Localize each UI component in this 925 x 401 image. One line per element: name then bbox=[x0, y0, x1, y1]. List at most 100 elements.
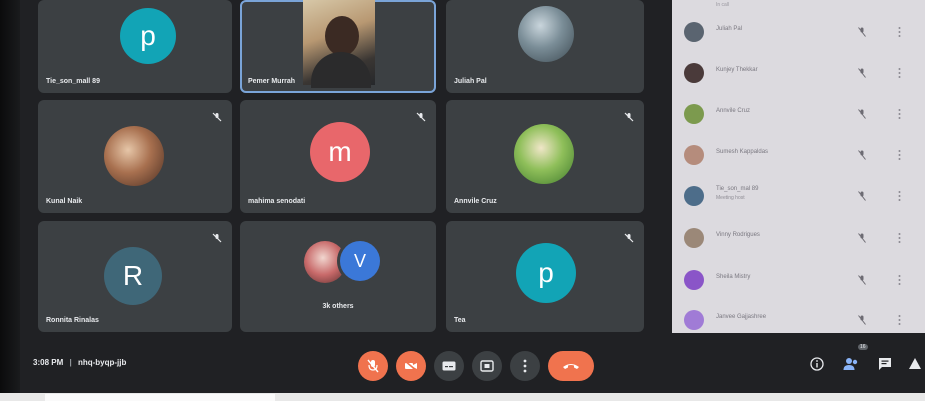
mic-off-icon[interactable] bbox=[858, 275, 866, 285]
avatar bbox=[684, 228, 704, 248]
participant-name: Annvile Cruz bbox=[716, 108, 751, 114]
participant-tile[interactable]: Juliah Pal bbox=[446, 0, 644, 93]
participant-name: Tie_son_mall 89 bbox=[46, 78, 100, 85]
participant-name: Juliah Pal bbox=[716, 26, 743, 32]
more-options-icon bbox=[523, 359, 527, 373]
participant-tile[interactable]: R Ronnita Rinalas bbox=[38, 221, 232, 332]
avatar bbox=[684, 22, 704, 42]
avatar: m bbox=[310, 122, 370, 182]
participant-name: Ronnita Rinalas bbox=[46, 317, 99, 324]
avatar bbox=[684, 63, 704, 83]
participant-tile[interactable]: p Tie_son_mall 89 bbox=[38, 0, 232, 93]
avatar bbox=[684, 145, 704, 165]
mic-off-icon bbox=[367, 359, 379, 373]
participant-row[interactable]: Annvile Cruz bbox=[672, 94, 925, 134]
present-screen-icon bbox=[480, 360, 494, 372]
participant-name: Kunjey Thekkar bbox=[716, 67, 758, 73]
screen-bottom-highlight bbox=[45, 394, 275, 401]
participant-tile[interactable]: Annvile Cruz bbox=[446, 100, 644, 213]
chat-button[interactable] bbox=[876, 355, 894, 373]
participant-tile-speaking[interactable]: Pemer Murrah bbox=[240, 0, 436, 93]
meeting-details-button[interactable] bbox=[808, 355, 826, 373]
camera-off-icon bbox=[404, 360, 418, 372]
more-options-icon[interactable] bbox=[898, 314, 901, 326]
more-options-icon[interactable] bbox=[898, 26, 901, 38]
info-icon bbox=[810, 357, 824, 371]
participant-row[interactable]: Juliah Pal bbox=[672, 12, 925, 52]
participant-row[interactable]: Sheila Mistry bbox=[672, 260, 925, 300]
mic-off-icon[interactable] bbox=[858, 191, 866, 201]
avatar bbox=[684, 186, 704, 206]
avatar: p bbox=[120, 8, 176, 64]
shoulders-shape bbox=[311, 52, 371, 88]
mic-off-icon bbox=[212, 112, 222, 122]
mic-off-icon[interactable] bbox=[858, 233, 866, 243]
camera-toggle-button[interactable] bbox=[396, 351, 426, 381]
participant-name: Sheila Mistry bbox=[716, 274, 751, 280]
captions-icon bbox=[442, 361, 456, 371]
avatar bbox=[684, 104, 704, 124]
participant-tile[interactable]: m mahima senodati bbox=[240, 100, 436, 213]
more-options-icon[interactable] bbox=[898, 67, 901, 79]
participant-tile[interactable]: p Tea bbox=[446, 221, 644, 332]
profile-photo bbox=[104, 126, 164, 186]
avatar bbox=[684, 310, 704, 330]
avatar: p bbox=[516, 243, 576, 303]
end-call-button[interactable] bbox=[548, 351, 594, 381]
participant-name: Annvile Cruz bbox=[454, 198, 497, 205]
participant-row[interactable]: Sumesh Kappaldas bbox=[672, 135, 925, 175]
participant-name: Janvee Gajjashree bbox=[716, 314, 767, 320]
people-count-badge: 16 bbox=[858, 344, 868, 350]
mic-off-icon[interactable] bbox=[858, 150, 866, 160]
participant-name: mahima senodati bbox=[248, 198, 306, 205]
mic-toggle-button[interactable] bbox=[358, 351, 388, 381]
people-icon bbox=[843, 358, 858, 370]
more-options-icon[interactable] bbox=[898, 149, 901, 161]
participant-name: Sumesh Kappaldas bbox=[716, 149, 769, 155]
mic-off-icon[interactable] bbox=[858, 109, 866, 119]
participant-row[interactable]: Kunjey Thekkar bbox=[672, 53, 925, 93]
mic-off-icon[interactable] bbox=[858, 68, 866, 78]
participant-tile[interactable]: Kunal Naik bbox=[38, 100, 232, 213]
profile-photo bbox=[514, 124, 574, 184]
participant-role: Meeting host bbox=[716, 195, 745, 201]
participant-name: Vinny Rodrigues bbox=[716, 232, 760, 238]
participant-name: Tea bbox=[454, 317, 466, 324]
more-options-icon[interactable] bbox=[898, 190, 901, 202]
participant-tile-group[interactable]: V 3k others bbox=[240, 221, 436, 332]
activities-icon bbox=[909, 358, 921, 369]
people-button[interactable] bbox=[842, 355, 860, 373]
avatar bbox=[684, 270, 704, 290]
participant-name: Juliah Pal bbox=[454, 78, 487, 85]
video-grid: p Tie_son_mall 89 Pemer Murrah Juliah Pa… bbox=[20, 0, 672, 345]
more-options-button[interactable] bbox=[510, 351, 540, 381]
more-options-icon[interactable] bbox=[898, 274, 901, 286]
participants-panel: In call Juliah Pal Kunjey Thekkar Annvil… bbox=[672, 0, 925, 333]
meeting-control-bar: 3:08 PM | nhq-byqp-jjb 16 bbox=[20, 333, 925, 393]
chat-icon bbox=[879, 358, 891, 370]
participant-row[interactable]: Tie_son_mal 89 Meeting host bbox=[672, 176, 925, 216]
avatar: R bbox=[104, 247, 162, 305]
present-screen-button[interactable] bbox=[472, 351, 502, 381]
participant-video bbox=[303, 0, 375, 88]
participant-name: Pemer Murrah bbox=[248, 78, 296, 85]
mic-off-icon bbox=[624, 233, 634, 243]
mic-off-icon[interactable] bbox=[858, 315, 866, 325]
participant-name: Kunal Naik bbox=[46, 198, 83, 205]
screen-bezel bbox=[0, 0, 20, 401]
mic-off-icon bbox=[416, 112, 426, 122]
mic-off-icon[interactable] bbox=[858, 27, 866, 37]
participant-row[interactable]: Vinny Rodrigues bbox=[672, 218, 925, 258]
panel-section-header: In call bbox=[716, 2, 730, 8]
participant-name: Tie_son_mal 89 bbox=[716, 186, 759, 192]
meeting-code: nhq-byqp-jjb bbox=[77, 358, 127, 367]
more-options-icon[interactable] bbox=[898, 108, 901, 120]
mic-off-icon bbox=[212, 233, 222, 243]
end-call-icon bbox=[563, 364, 579, 369]
more-options-icon[interactable] bbox=[898, 232, 901, 244]
captions-button[interactable] bbox=[434, 351, 464, 381]
meet-screen: p Tie_son_mall 89 Pemer Murrah Juliah Pa… bbox=[0, 0, 925, 401]
participant-name: 3k others bbox=[322, 303, 354, 310]
avatar: V bbox=[340, 241, 380, 281]
activities-button[interactable] bbox=[906, 355, 924, 373]
